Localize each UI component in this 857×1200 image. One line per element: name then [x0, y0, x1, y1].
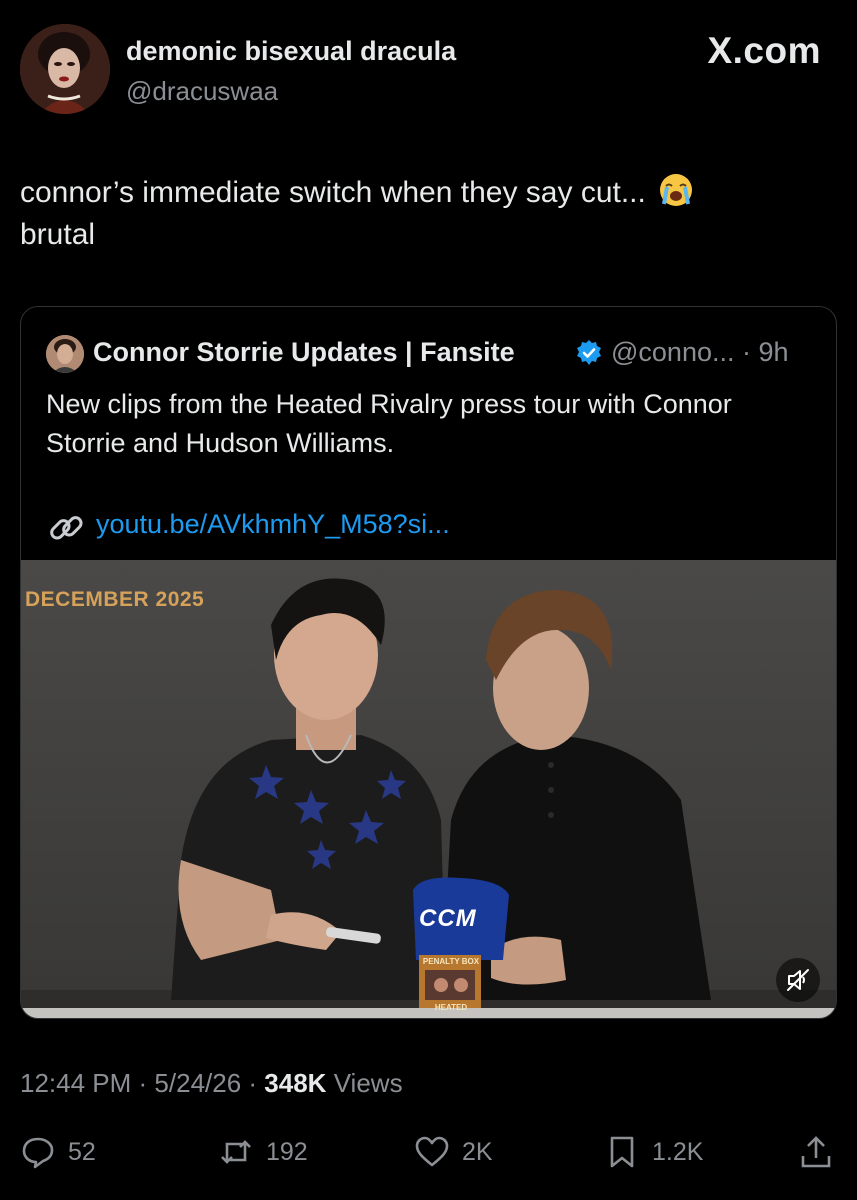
author-avatar[interactable] [20, 24, 110, 114]
video-frame [21, 578, 836, 1018]
penalty-box-label: PENALTY BOX [422, 957, 480, 966]
quoted-link[interactable]: youtu.be/AVkhmhY_M58?si... [96, 509, 450, 540]
author-display-name[interactable]: demonic bisexual dracula [126, 36, 456, 67]
meta-separator: · [248, 1068, 265, 1098]
share-icon [801, 1136, 831, 1168]
author-handle[interactable]: @dracuswaa [126, 76, 278, 107]
tweet-text: connor’s immediate switch when they say … [20, 172, 820, 256]
tweet-meta: 12:44 PM · 5/24/26 · 348K Views [20, 1068, 403, 1099]
share-button[interactable] [798, 1132, 834, 1172]
x-brand-logo: X.com [707, 30, 821, 71]
glove-brand-text: CCM [419, 905, 477, 932]
quoted-handle-time[interactable]: @conno... · 9h [611, 337, 789, 368]
quoted-author-name[interactable]: Connor Storrie Updates | Fansite [93, 337, 515, 368]
like-count: 2K [462, 1137, 493, 1166]
video-overlay-label: DECEMBER 2025 [25, 588, 205, 611]
action-bar: 52 192 2K 1.2K [0, 1126, 857, 1182]
tweet-time[interactable]: 12:44 PM [20, 1068, 131, 1098]
tweet-text-line2: brutal [20, 218, 96, 251]
bookmark-icon [610, 1136, 634, 1168]
verified-badge-icon [577, 340, 601, 365]
mute-button[interactable] [776, 958, 820, 1002]
penalty-box-sublabel: HEATED [434, 1003, 468, 1012]
bookmark-button[interactable]: 1.2K [604, 1132, 703, 1172]
repost-button[interactable]: 192 [218, 1132, 308, 1172]
heart-icon [415, 1136, 449, 1167]
views-label: Views [333, 1068, 403, 1098]
reply-count: 52 [68, 1137, 96, 1166]
meta-separator: · [138, 1068, 155, 1098]
loudly-crying-face-icon [660, 174, 693, 206]
reply-button[interactable]: 52 [20, 1132, 96, 1172]
quoted-author-avatar[interactable] [46, 335, 84, 373]
link-icon [50, 516, 83, 540]
like-button[interactable]: 2K [414, 1132, 493, 1172]
tweet-date[interactable]: 5/24/26 [154, 1068, 241, 1098]
quoted-tweet-text: New clips from the Heated Rivalry press … [46, 389, 732, 458]
repost-icon [221, 1140, 251, 1164]
views-count: 348K [264, 1068, 327, 1098]
repost-count: 192 [266, 1137, 308, 1166]
speaker-muted-icon [787, 969, 809, 991]
tweet-text-line1: connor’s immediate switch when they say … [20, 176, 646, 209]
bookmark-count: 1.2K [652, 1137, 704, 1166]
reply-icon [22, 1137, 54, 1169]
quoted-tweet-card[interactable]: Connor Storrie Updates | Fansite @conno.… [20, 306, 837, 1019]
video-player[interactable]: DECEMBER 2025 CCM PENALTY BOX HEATED [21, 560, 836, 1018]
